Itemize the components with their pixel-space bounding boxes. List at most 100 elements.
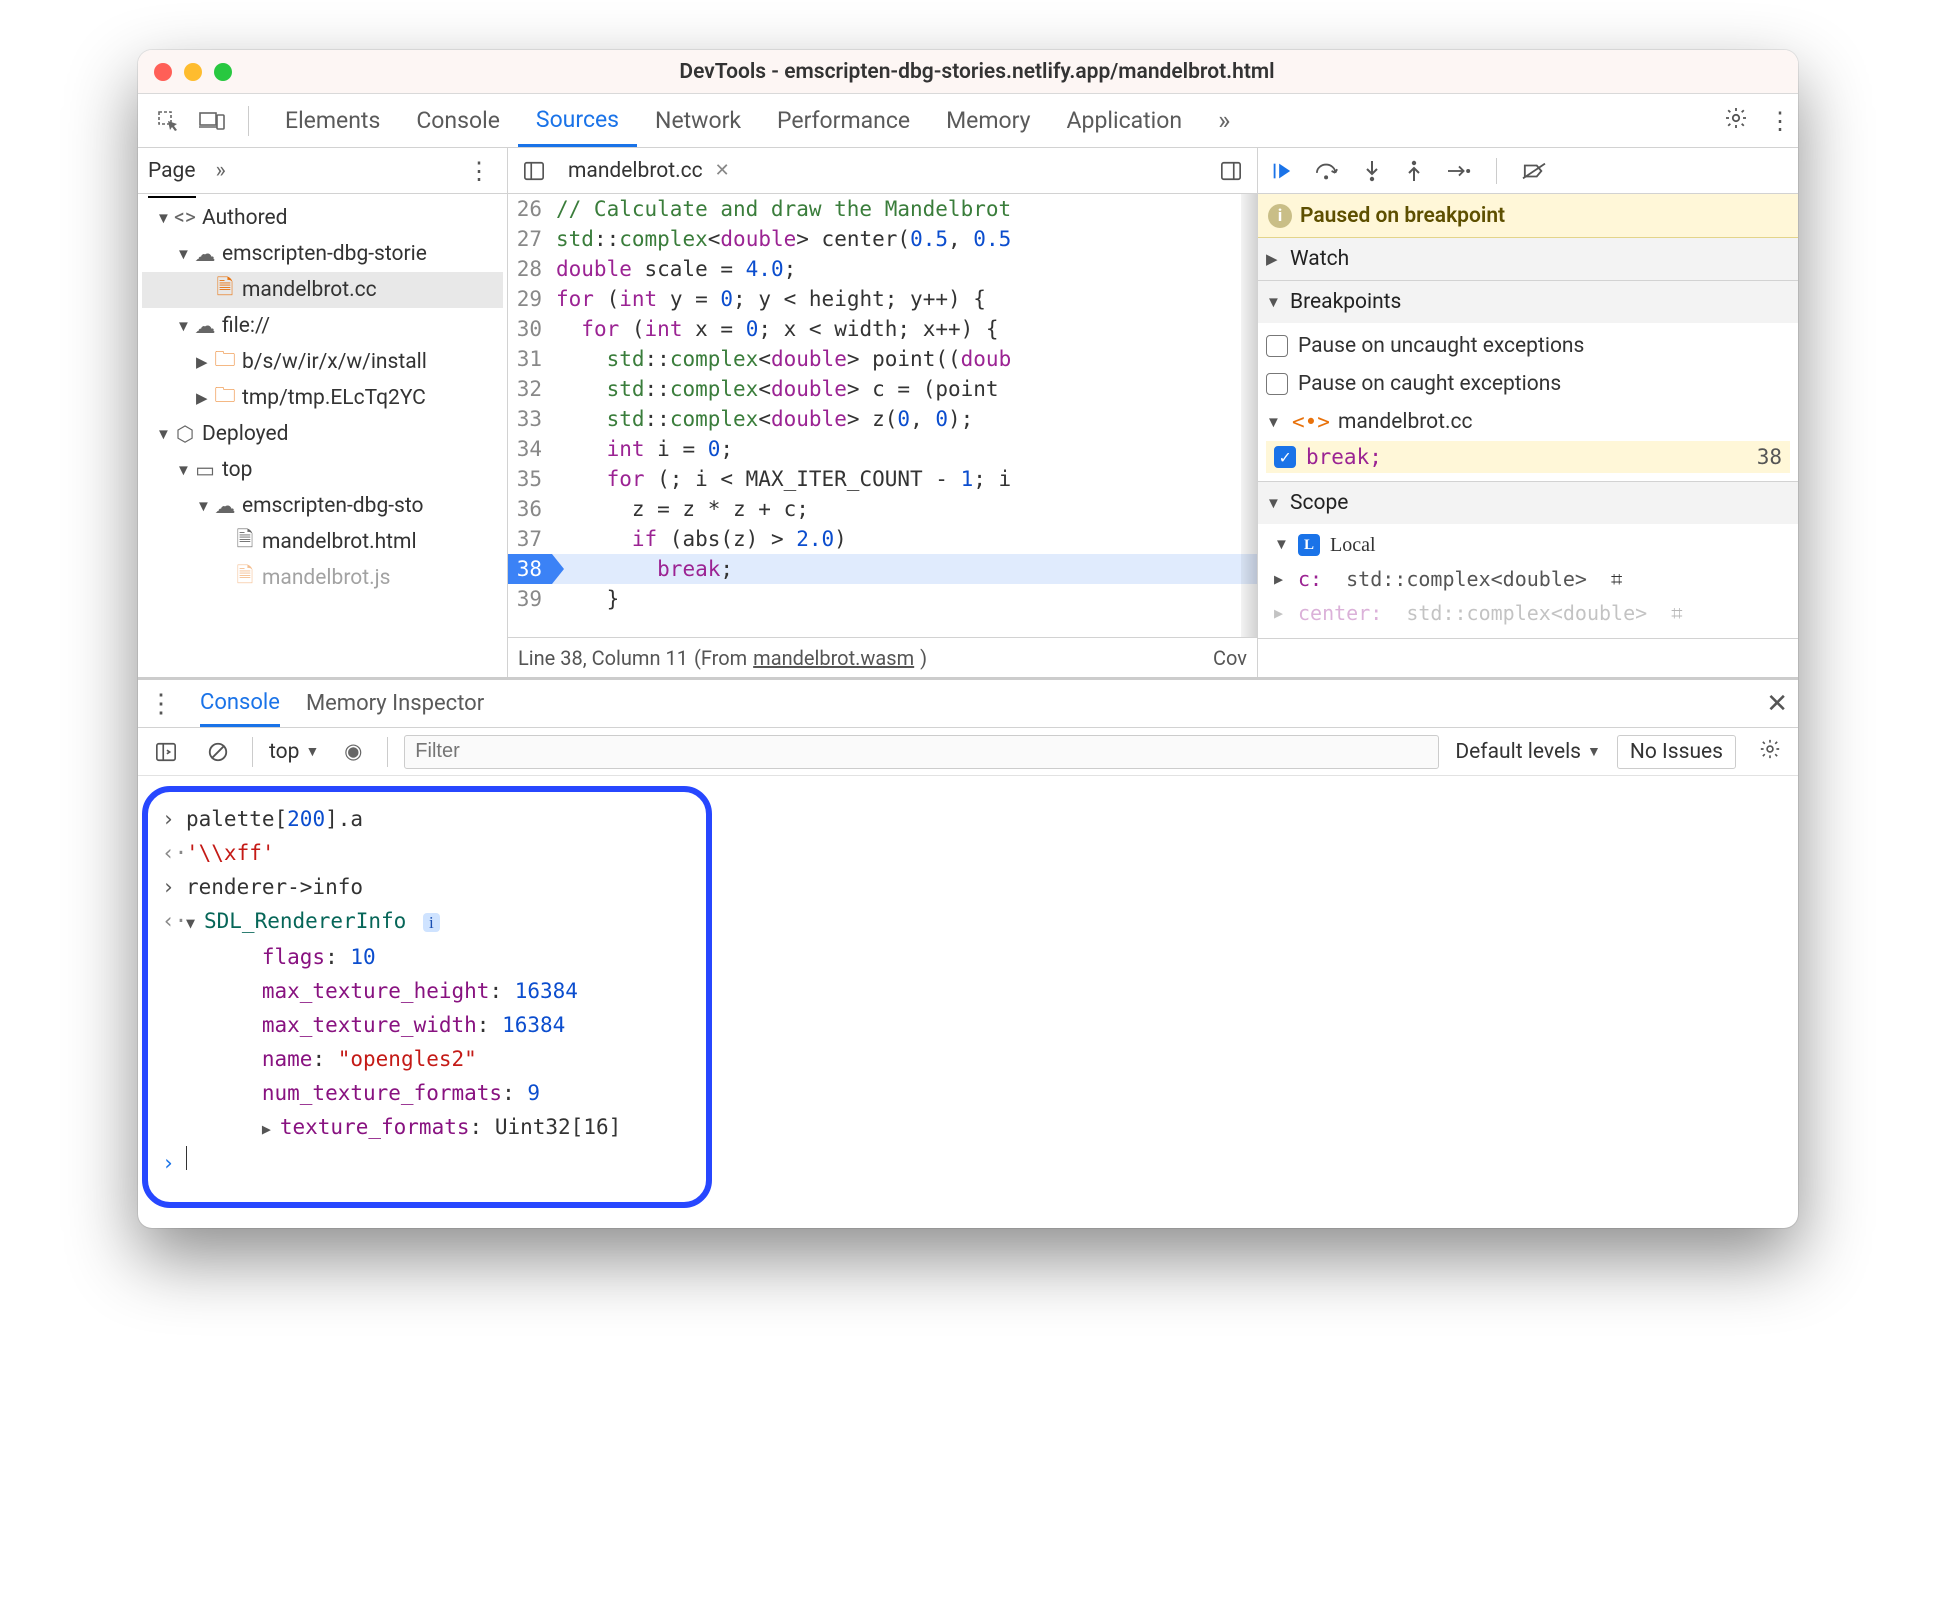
navigator-tab-page[interactable]: Page (148, 159, 196, 198)
kebab-menu-icon[interactable]: ⋮ (1762, 107, 1798, 135)
console-sidebar-icon[interactable] (148, 734, 184, 770)
navigator-menu-icon[interactable]: ⋮ (461, 157, 497, 185)
breakpoint-file-row[interactable]: ▼<•>mandelbrot.cc (1266, 403, 1790, 441)
section-breakpoints-header[interactable]: ▼Breakpoints (1258, 281, 1798, 323)
info-badge-icon[interactable]: i (423, 913, 440, 932)
console-input-row: ›renderer->info (162, 870, 692, 904)
console-output: ›palette[200].a ‹·'\\xff' ›renderer->inf… (138, 776, 1798, 1228)
tab-elements[interactable]: Elements (267, 94, 398, 147)
step-icon[interactable] (1446, 160, 1472, 182)
step-out-icon[interactable] (1404, 159, 1424, 183)
deactivate-breakpoints-icon[interactable] (1521, 160, 1547, 182)
console-object-field: max_texture_width: 16384 (162, 1008, 692, 1042)
source-badge-icon: <•> (1292, 410, 1330, 434)
code-line[interactable]: 35 for (; i < MAX_ITER_COUNT - 1; i (508, 464, 1257, 494)
tree-origin[interactable]: ▼☁emscripten-dbg-storie (142, 236, 503, 272)
toggle-sidebar-icon[interactable] (1213, 153, 1249, 189)
zoom-window-button[interactable] (214, 63, 232, 81)
source-code[interactable]: 26// Calculate and draw the Mandelbrot27… (508, 194, 1257, 637)
drawer-menu-icon[interactable]: ⋮ (148, 689, 174, 719)
console-object-field[interactable]: ▶ texture_formats: Uint32[16] (162, 1110, 692, 1146)
tree-frame-top[interactable]: ▼▭top (142, 452, 503, 488)
resume-icon[interactable] (1270, 160, 1292, 182)
clear-console-icon[interactable] (200, 734, 236, 770)
console-object-field: flags: 10 (162, 940, 692, 974)
info-icon: i (1268, 204, 1292, 228)
tab-application[interactable]: Application (1049, 94, 1201, 147)
issues-button[interactable]: No Issues (1617, 735, 1736, 769)
memory-icon[interactable]: ⌗ (1671, 601, 1682, 625)
console-filter-input[interactable] (404, 735, 1439, 769)
code-line[interactable]: 26// Calculate and draw the Mandelbrot (508, 194, 1257, 224)
tree-file-mandelbrot-cc[interactable]: ▼🗎mandelbrot.cc (142, 272, 503, 308)
drawer-tab-memory-inspector[interactable]: Memory Inspector (306, 680, 484, 727)
section-scope-header[interactable]: ▼Scope (1258, 482, 1798, 524)
device-toolbar-icon[interactable] (194, 103, 230, 139)
code-line[interactable]: 28double scale = 4.0; (508, 254, 1257, 284)
tree-file-js[interactable]: ▼🗎mandelbrot.js (142, 560, 503, 596)
code-line[interactable]: 31 std::complex<double> point((doub (508, 344, 1257, 374)
step-into-icon[interactable] (1362, 159, 1382, 183)
tree-folder[interactable]: ▶🗀b/s/w/ir/x/w/install (142, 344, 503, 380)
breakpoint-entry[interactable]: ✓ break; 38 (1266, 441, 1790, 473)
paused-banner: i Paused on breakpoint (1258, 194, 1798, 238)
console-settings-icon[interactable] (1752, 738, 1788, 766)
drawer-tab-console[interactable]: Console (200, 680, 280, 727)
navigator-more-icon[interactable]: » (206, 158, 236, 183)
console-output-row[interactable]: ‹·▼ SDL_RendererInfo i (162, 904, 692, 940)
code-line[interactable]: 34 int i = 0; (508, 434, 1257, 464)
scope-var-row[interactable]: ▶center: std::complex<double> ⌗ (1262, 596, 1790, 630)
tree-folder[interactable]: ▶🗀tmp/tmp.ELcTq2YC (142, 380, 503, 416)
code-line[interactable]: 27std::complex<double> center(0.5, 0.5 (508, 224, 1257, 254)
code-line[interactable]: 33 std::complex<double> z(0, 0); (508, 404, 1257, 434)
tab-sources[interactable]: Sources (518, 94, 637, 147)
scope-local-header[interactable]: ▼LLocal (1262, 528, 1790, 562)
tree-group-deployed[interactable]: ▼⬡Deployed (142, 416, 503, 452)
tab-console[interactable]: Console (398, 94, 518, 147)
section-watch-header[interactable]: ▶Watch (1258, 238, 1798, 280)
file-icon: 🗎 (234, 561, 256, 596)
code-line[interactable]: 39 } (508, 584, 1257, 614)
editor-status-bar: Line 38, Column 11 (From mandelbrot.wasm… (508, 637, 1257, 677)
tab-network[interactable]: Network (637, 94, 759, 147)
step-over-icon[interactable] (1314, 160, 1340, 182)
editor-tabs: mandelbrot.cc✕ (508, 148, 1257, 194)
log-levels-selector[interactable]: Default levels ▼ (1455, 740, 1601, 764)
code-line[interactable]: 32 std::complex<double> c = (point (508, 374, 1257, 404)
tab-memory[interactable]: Memory (928, 94, 1048, 147)
tree-file-html[interactable]: ▼🗎mandelbrot.html (142, 524, 503, 560)
inspect-element-icon[interactable] (150, 103, 186, 139)
cloud-icon: ☁ (194, 314, 216, 339)
source-map-link[interactable]: mandelbrot.wasm (753, 646, 914, 670)
pause-caught-checkbox[interactable]: Pause on caught exceptions (1266, 365, 1790, 403)
console-prompt[interactable]: › (162, 1146, 692, 1180)
scope-var-row[interactable]: ▶c: std::complex<double> ⌗ (1262, 562, 1790, 596)
more-tabs-icon[interactable]: » (1208, 106, 1240, 136)
code-line[interactable]: 38 break; (508, 554, 1257, 584)
tree-group-authored[interactable]: ▼<>Authored (142, 200, 503, 236)
tree-origin[interactable]: ▼☁emscripten-dbg-sto (142, 488, 503, 524)
close-window-button[interactable] (154, 63, 172, 81)
cloud-icon: ☁ (214, 494, 236, 519)
breakpoint-checkbox[interactable]: ✓ (1274, 446, 1296, 468)
memory-icon[interactable]: ⌗ (1611, 567, 1622, 591)
toggle-navigator-icon[interactable] (516, 153, 552, 189)
tree-origin-file[interactable]: ▼☁file:// (142, 308, 503, 344)
editor-tab-mandelbrot-cc[interactable]: mandelbrot.cc✕ (562, 159, 736, 183)
code-line[interactable]: 29for (int y = 0; y < height; y++) { (508, 284, 1257, 314)
debugger-toolbar (1258, 148, 1798, 194)
live-expression-icon[interactable]: ◉ (335, 734, 371, 770)
pause-uncaught-checkbox[interactable]: Pause on uncaught exceptions (1266, 327, 1790, 365)
close-drawer-icon[interactable]: ✕ (1766, 680, 1788, 727)
code-line[interactable]: 37 if (abs(z) > 2.0) (508, 524, 1257, 554)
code-line[interactable]: 30 for (int x = 0; x < width; x++) { (508, 314, 1257, 344)
code-icon: <> (174, 206, 196, 230)
context-selector[interactable]: top ▼ (269, 740, 319, 764)
code-line[interactable]: 36 z = z * z + c; (508, 494, 1257, 524)
sources-panel: Page » ⋮ ▼<>Authored ▼☁emscripten-dbg-st… (138, 148, 1798, 678)
breakpoint-line: 38 (1757, 445, 1782, 469)
minimize-window-button[interactable] (184, 63, 202, 81)
tab-performance[interactable]: Performance (759, 94, 928, 147)
close-tab-icon[interactable]: ✕ (715, 160, 730, 181)
settings-icon[interactable] (1718, 106, 1754, 136)
